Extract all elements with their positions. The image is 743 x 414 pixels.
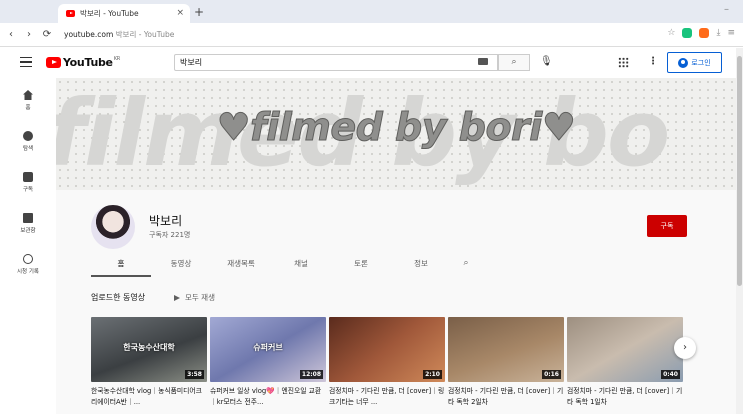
video-duration: 3:58 (185, 370, 204, 379)
video-card[interactable]: 0:16 검정치마 - 기다린 만큼, 더 [cover]｜기타 독학 2일차 (448, 317, 564, 408)
tab-close-icon[interactable]: × (176, 8, 184, 18)
account-icon (678, 57, 689, 68)
play-all-label: 모두 재생 (185, 293, 215, 302)
subscriber-count: 구독자 221명 (149, 231, 191, 239)
youtube-logo[interactable]: YouTube KR (46, 56, 120, 69)
banner-title: ♥filmed by bori♥ (216, 105, 576, 150)
youtube-header: YouTube KR 박보리 ⌕ 🎙 ⋮ 로그인 (0, 48, 736, 78)
tab-discussion[interactable]: 토론 (331, 258, 391, 277)
forward-icon[interactable]: › (22, 29, 36, 40)
sidebar-item-home[interactable]: 홈 (0, 90, 56, 111)
tab-home[interactable]: 홈 (91, 258, 151, 277)
library-icon (23, 213, 33, 223)
back-icon[interactable]: ‹ (4, 29, 18, 40)
new-tab-button[interactable]: + (194, 5, 204, 19)
extension-icon[interactable] (699, 28, 710, 38)
sidebar: 홈 탐색 구독 보관함 시청 기록 (0, 78, 56, 414)
video-duration: 0:16 (542, 370, 561, 379)
video-card[interactable]: 한국농수산대학 3:58 한국농수산대학 vlog｜농식품미디어크리에이터A반｜… (91, 317, 207, 408)
sidebar-item-label: 홈 (25, 105, 31, 111)
video-card[interactable]: 2:10 검정치마 - 기다린 만큼, 더 [cover]｜링크기타는 너무 .… (329, 317, 445, 408)
video-thumbnail[interactable]: 2:10 (329, 317, 445, 382)
page-scrollbar[interactable] (736, 48, 743, 414)
youtube-play-icon (46, 57, 61, 68)
keyboard-icon[interactable] (478, 58, 488, 65)
video-duration: 0:40 (661, 370, 680, 379)
channel-header: 박보리 구독자 221명 구독 홈 동영상 재생목록 채널 토론 정보 ⌕ (56, 190, 736, 280)
tab-videos[interactable]: 동영상 (151, 258, 211, 277)
sidebar-item-history[interactable]: 시청 기록 (0, 254, 56, 275)
sidebar-item-library[interactable]: 보관함 (0, 213, 56, 234)
browser-tab[interactable]: 박보리 - YouTube × (58, 4, 190, 23)
home-icon (23, 90, 33, 100)
sidebar-item-label: 탐색 (22, 146, 34, 152)
scrollbar-thumb[interactable] (737, 56, 742, 286)
channel-name: 박보리 (149, 214, 183, 228)
sidebar-item-label: 구독 (22, 187, 34, 193)
bookmark-star-icon[interactable]: ☆ (667, 28, 675, 38)
video-title[interactable]: 검정치마 - 기다린 만큼, 더 [cover]｜기타 독학 1일차 (567, 386, 683, 408)
url-domain: youtube.com (64, 30, 114, 39)
compass-icon (23, 131, 33, 141)
tab-playlists[interactable]: 재생목록 (211, 258, 271, 277)
search-input[interactable]: 박보리 (174, 54, 498, 71)
video-title[interactable]: 검정치마 - 기다린 만큼, 더 [cover]｜기타 독학 2일차 (448, 386, 564, 408)
logo-region: KR (113, 55, 120, 62)
channel-avatar[interactable] (91, 205, 135, 249)
video-title[interactable]: 한국농수산대학 vlog｜농식품미디어크리에이터A반｜... (91, 386, 207, 408)
channel-search-icon[interactable]: ⌕ (451, 258, 481, 277)
sidebar-item-label: 보관함 (20, 228, 36, 234)
video-duration: 2:10 (423, 370, 442, 379)
history-icon (23, 254, 33, 264)
youtube-favicon-icon (66, 10, 75, 17)
login-button[interactable]: 로그인 (667, 52, 722, 73)
reload-icon[interactable]: ⟳ (40, 29, 54, 40)
browser-tabstrip: 박보리 - YouTube × + – (0, 0, 743, 23)
channel-tabs: 홈 동영상 재생목록 채널 토론 정보 ⌕ (91, 258, 481, 277)
sidebar-item-explore[interactable]: 탐색 (0, 131, 56, 152)
microphone-icon[interactable]: 🎙 (540, 56, 553, 67)
thumbnail-overlay-text: 한국농수산대학 (123, 343, 175, 352)
video-duration: 12:08 (299, 370, 323, 379)
address-bar: ‹ › ⟳ youtube.com 박보리 - YouTube ☆ ⤓ ≡ (0, 23, 743, 47)
thumbnail-overlay-text: 슈퍼커브 (253, 343, 283, 352)
section-title[interactable]: 업로드한 동영상 (91, 292, 145, 303)
url-field[interactable]: youtube.com 박보리 - YouTube (64, 29, 174, 40)
browser-tab-title: 박보리 - YouTube (80, 9, 139, 18)
subscriptions-icon (23, 172, 33, 182)
more-options-icon[interactable]: ⋮ (648, 56, 658, 67)
uploads-section: 업로드한 동영상 모두 재생 한국농수산대학 3:58 한국농수산대학 vlog… (56, 280, 736, 414)
login-label: 로그인 (691, 58, 711, 67)
video-thumbnail[interactable]: 0:40 (567, 317, 683, 382)
url-page-title: 박보리 - YouTube (115, 30, 175, 39)
video-title[interactable]: 검정치마 - 기다린 만큼, 더 [cover]｜링크기타는 너무 ... (329, 386, 445, 408)
logo-text: YouTube (63, 56, 113, 69)
channel-banner: filmed by bo ♥filmed by bori♥ (56, 78, 736, 190)
browser-toolbar-icons: ☆ ⤓ ≡ (667, 28, 735, 38)
tab-channels[interactable]: 채널 (271, 258, 331, 277)
sidebar-item-subscriptions[interactable]: 구독 (0, 172, 56, 193)
extension-icon[interactable] (682, 28, 693, 38)
carousel-next-button[interactable]: › (674, 337, 696, 359)
video-title[interactable]: 슈퍼커브 일상 vlog💖｜엔진오일 교환｜kr모터스 전주... (210, 386, 326, 408)
hamburger-menu-icon[interactable] (20, 57, 32, 67)
video-thumbnail[interactable]: 슈퍼커브 12:08 (210, 317, 326, 382)
window-minimize-button[interactable]: – (724, 4, 729, 15)
video-card[interactable]: 슈퍼커브 12:08 슈퍼커브 일상 vlog💖｜엔진오일 교환｜kr모터스 전… (210, 317, 326, 408)
video-thumbnail[interactable]: 0:16 (448, 317, 564, 382)
video-thumbnail[interactable]: 한국농수산대학 3:58 (91, 317, 207, 382)
play-all-button[interactable]: 모두 재생 (174, 292, 215, 303)
apps-grid-icon[interactable] (618, 57, 629, 68)
tab-about[interactable]: 정보 (391, 258, 451, 277)
download-icon[interactable]: ⤓ (716, 28, 720, 38)
menu-icon[interactable]: ≡ (727, 28, 735, 38)
sidebar-item-label: 시청 기록 (17, 269, 39, 275)
subscribe-button[interactable]: 구독 (647, 215, 687, 237)
play-icon (174, 295, 180, 301)
search-button[interactable]: ⌕ (498, 54, 530, 71)
video-card[interactable]: 0:40 검정치마 - 기다린 만큼, 더 [cover]｜기타 독학 1일차 (567, 317, 683, 408)
